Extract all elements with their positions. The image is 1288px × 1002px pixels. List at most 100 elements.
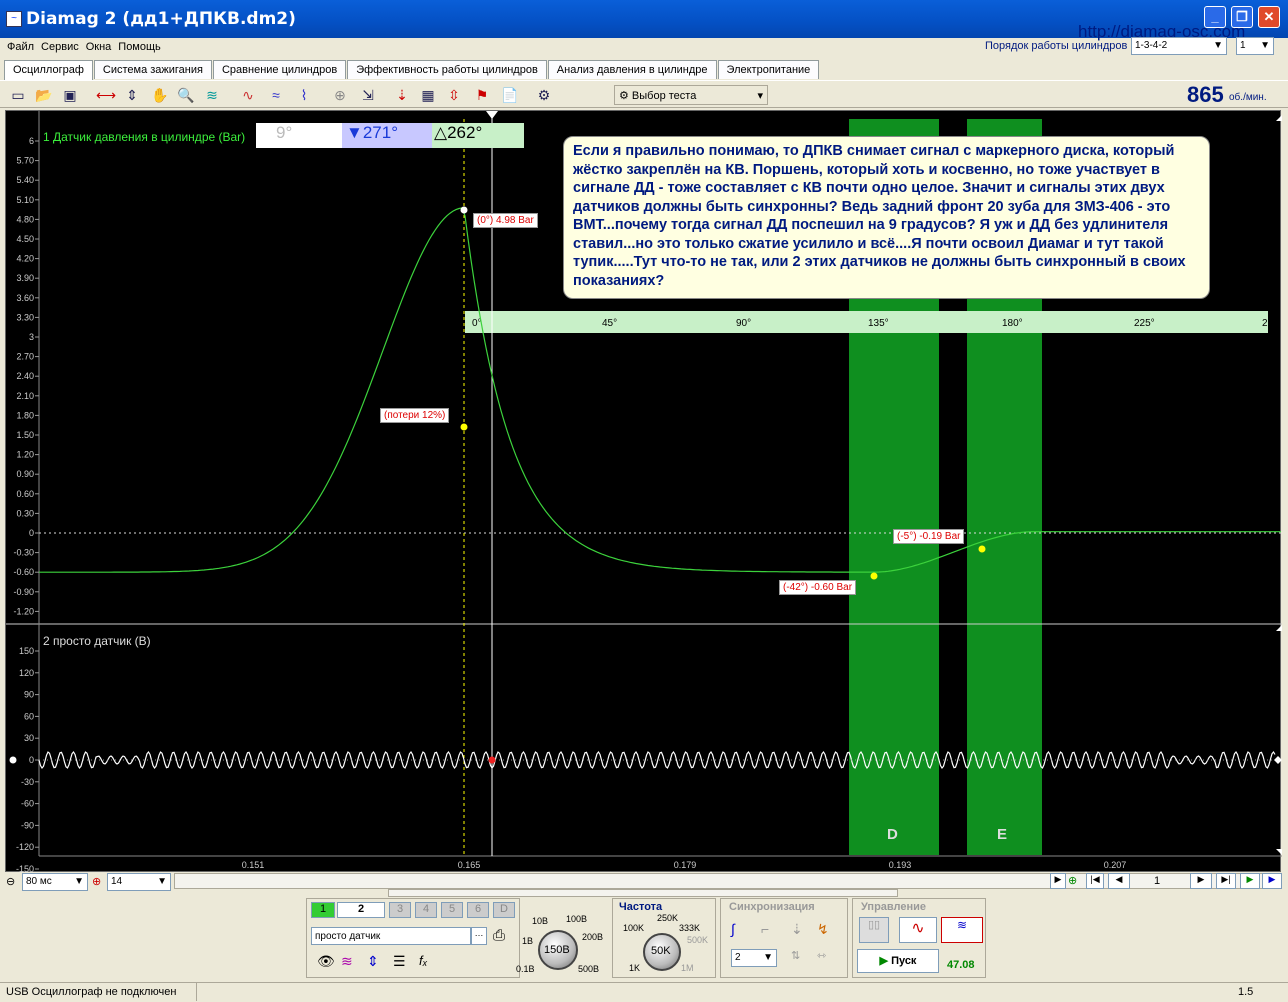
channel-button-5[interactable]: 5	[441, 902, 463, 918]
sync-channel-select[interactable]: 2 ▼	[731, 949, 777, 967]
tab-oscilloscope[interactable]: Осциллограф	[4, 60, 93, 81]
ch1-y-tick-label: 3.30	[16, 312, 34, 322]
play-button[interactable]: ▶	[1240, 873, 1260, 889]
freq-label-250k: 250K	[657, 913, 679, 923]
channels-select[interactable]: 14 ▼	[107, 873, 171, 891]
multi-wave-button[interactable]: ≋	[941, 917, 983, 943]
open-folder-icon[interactable]: 📂	[34, 85, 54, 105]
sine-mode-button[interactable]: ∿	[899, 917, 937, 943]
freq-label-500k: 500K	[687, 935, 709, 945]
wave-icon[interactable]: ∿	[238, 85, 258, 105]
sensor-browse-button[interactable]: …	[471, 927, 487, 945]
menu-help[interactable]: Помощь	[118, 41, 161, 53]
loss-dot	[460, 423, 468, 431]
spectrum-icon[interactable]: ⌇	[294, 85, 314, 105]
cursor-horizontal-icon[interactable]: ⟷	[96, 85, 116, 105]
eye-icon[interactable]: 👁	[317, 953, 335, 970]
wave-filter-icon[interactable]: ≋	[341, 953, 353, 970]
sync-down-icon[interactable]: ⇣	[791, 921, 803, 938]
zero-icon[interactable]: ⇲	[358, 85, 378, 105]
table-icon[interactable]: ▦	[418, 85, 438, 105]
channel-button-1[interactable]: 1	[311, 902, 335, 918]
channel-button-3[interactable]: 3	[389, 902, 411, 918]
zoom-icon[interactable]: 🔍	[176, 85, 196, 105]
tab-power[interactable]: Электропитание	[717, 60, 820, 79]
ch2-y-tick-label: 150	[19, 646, 34, 656]
scroll-left-button[interactable]: ▶	[1050, 873, 1066, 889]
close-button[interactable]: ✕	[1258, 6, 1280, 28]
ch2-right-marker-icon	[1274, 756, 1282, 764]
freq-label-1m: 1M	[681, 963, 694, 973]
tab-efficiency[interactable]: Эффективность работы цилиндров	[347, 60, 547, 79]
first-page-button[interactable]: |◀	[1086, 873, 1104, 889]
flag-icon[interactable]: ⚑	[472, 85, 492, 105]
sensor-settings-icon[interactable]: ⎙	[493, 927, 505, 944]
menu-file[interactable]: Файл	[7, 41, 34, 53]
invert-icon[interactable]: ⇕	[367, 953, 379, 970]
scroll-down-icon	[1276, 849, 1282, 855]
panel-splitter[interactable]	[388, 889, 898, 897]
point-marker-label: (-5°) -0.19 Bar	[893, 529, 965, 544]
sync-auto-icon[interactable]: ↯	[817, 921, 829, 938]
channel-button-2[interactable]: 2	[337, 902, 385, 918]
sync-title: Синхронизация	[729, 901, 815, 913]
start-button[interactable]: ▶ Пуск	[857, 949, 939, 973]
forward-button[interactable]: ▶	[1262, 873, 1282, 889]
ch1-y-tick-label: 3	[29, 332, 34, 342]
cursor-vertical-icon[interactable]: ⇕	[122, 85, 142, 105]
next-page-button[interactable]: ▶	[1190, 873, 1212, 889]
ch1-y-tick-label: 2.70	[16, 352, 34, 362]
hand-icon[interactable]: ✋	[150, 85, 170, 105]
filter-icon[interactable]: ≋	[202, 85, 222, 105]
loss-marker-label: (потери 12%)	[380, 408, 450, 423]
sensor-name-field[interactable]: просто датчик	[311, 927, 471, 945]
timebase-select[interactable]: 80 мс ▼	[22, 873, 88, 891]
rising-edge-icon[interactable]: ∫	[731, 921, 735, 937]
last-page-button[interactable]: ▶|	[1216, 873, 1236, 889]
tab-ignition[interactable]: Система зажигания	[93, 60, 212, 79]
angle-tick-label: 45°	[602, 318, 617, 329]
split-icon[interactable]: ⇳	[444, 85, 464, 105]
save-icon[interactable]: ▣	[60, 85, 80, 105]
control-title: Управление	[861, 901, 927, 913]
auto-settings-icon[interactable]: ⚙	[534, 85, 554, 105]
auto-icon[interactable]: ⊕	[330, 85, 350, 105]
zone-e-label: E	[997, 826, 1008, 843]
tab-cylinder-compare[interactable]: Сравнение цилиндров	[212, 60, 347, 79]
document-icon[interactable]: 📄	[500, 85, 520, 105]
minimize-button[interactable]: _	[1204, 6, 1226, 28]
test-select[interactable]: ⚙ Выбор теста ▾	[614, 85, 768, 105]
firing-order-select[interactable]: 1-3-4-2 ▼	[1131, 37, 1227, 55]
prev-page-button[interactable]: ◀	[1108, 873, 1130, 889]
volt-label-500: 500В	[578, 964, 600, 974]
delta-icon: △	[434, 123, 448, 142]
channel-button-4[interactable]: 4	[415, 902, 437, 918]
frequency-title: Частота	[619, 901, 663, 913]
zoom-out-icon[interactable]: ⊖	[6, 875, 15, 888]
tab-pressure-analysis[interactable]: Анализ давления в цилиндре	[547, 60, 717, 79]
cursor-info-b: ▼271°	[342, 123, 432, 148]
sync-filter-icon[interactable]: ⇣	[392, 85, 412, 105]
add-page-icon[interactable]: ⊕	[1068, 874, 1077, 887]
ch1-y-tick-label: 4.20	[16, 254, 34, 264]
ch1-y-tick-label: -0.30	[13, 548, 34, 558]
new-file-icon[interactable]: ▭	[8, 85, 28, 105]
maximize-button[interactable]: ❐	[1231, 6, 1253, 28]
ch1-y-tick-label: 1.80	[16, 410, 34, 420]
frequency-knob-value: 50K	[651, 945, 671, 957]
channel-add-icon[interactable]: ⊕	[92, 875, 101, 888]
overlay-wave-icon[interactable]: ≈	[266, 85, 286, 105]
channel-button-6[interactable]: 6	[467, 902, 489, 918]
falling-edge-icon[interactable]: ⌐	[761, 921, 769, 937]
lines-icon[interactable]: ☰	[393, 953, 406, 970]
function-icon[interactable]: fₓ	[419, 953, 428, 968]
angle-tick-label: 135°	[868, 318, 889, 329]
cylinder-select[interactable]: 1 ▼	[1236, 37, 1274, 55]
sync-level-icon[interactable]: ⇅	[791, 949, 800, 962]
menu-windows[interactable]: Окна	[86, 41, 112, 53]
sync-width-icon[interactable]: ⇿	[817, 949, 826, 962]
volts-knob-value: 150В	[544, 944, 570, 956]
cursor-info-c: △262°	[432, 123, 524, 148]
pause-button[interactable]: ▯▯	[859, 917, 889, 943]
menu-service[interactable]: Сервис	[41, 41, 79, 53]
